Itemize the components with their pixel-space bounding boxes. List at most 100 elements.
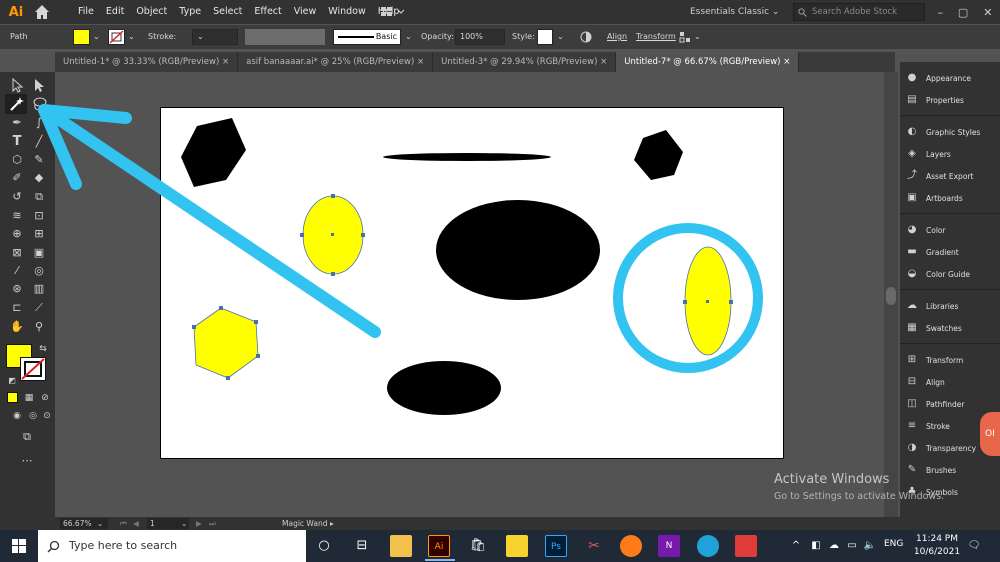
file-explorer-icon[interactable] <box>390 535 412 557</box>
task-view-icon[interactable]: ⊟ <box>351 535 373 557</box>
clock-time: 11:24 PM <box>916 534 958 544</box>
previous-artboard-icon[interactable]: ◀ <box>133 517 139 530</box>
panel-libraries[interactable]: ☁ Libraries <box>904 296 998 316</box>
properties-icon: ▤ <box>907 94 917 105</box>
black-hexagon-large[interactable] <box>181 118 246 187</box>
panel-label: Color <box>926 225 946 235</box>
panel-gradient[interactable]: ▬ Gradient <box>904 242 998 262</box>
brushes-icon: ✎ <box>907 464 917 475</box>
anchor-point <box>192 325 196 329</box>
transparency-icon: ◑ <box>907 442 917 453</box>
panel-layers[interactable]: ◈ Layers <box>904 144 998 164</box>
panel-label: Color Guide <box>926 269 970 279</box>
panel-pathfinder[interactable]: ◫ Pathfinder <box>904 394 998 414</box>
asset-export-icon: ⤴ <box>907 170 917 181</box>
taskbar-search-box[interactable]: Type here to search <box>38 530 306 562</box>
windows-start-icon[interactable] <box>0 530 38 562</box>
status-bar: 66.67% ⌄ ⏮ ◀ 1 ⌄ ▶ ⏭ Magic Wand ▸ <box>0 517 900 530</box>
store-icon[interactable]: 🛍 <box>467 535 489 557</box>
anchor-point <box>256 354 260 358</box>
cloud-icon[interactable]: ☁ <box>827 539 841 553</box>
chevron-up-icon[interactable]: ^ <box>789 539 803 553</box>
black-ellipse-large[interactable] <box>436 200 600 300</box>
panel-label: Pathfinder <box>926 399 965 409</box>
chevron-down-icon[interactable]: ⌄ <box>97 517 103 530</box>
photoshop-taskbar-icon[interactable]: Ps <box>545 535 567 557</box>
clock[interactable]: 11:24 PM 10/6/2021 <box>912 533 962 559</box>
panel-label: Libraries <box>926 301 959 311</box>
panel-label: Stroke <box>926 421 950 431</box>
color-icon: ◕ <box>907 224 917 235</box>
floating-badge[interactable]: OI <box>980 412 1000 456</box>
next-artboard-icon[interactable]: ▶ <box>196 517 202 530</box>
black-thin-ellipse[interactable] <box>383 153 551 161</box>
notifications-icon[interactable]: 🗨 <box>967 539 981 553</box>
status-menu-arrow-icon[interactable]: ▸ <box>330 517 334 530</box>
panel-label: Appearance <box>926 73 972 83</box>
graphic-styles-icon: ◐ <box>907 126 917 137</box>
panel-label: Align <box>926 377 945 387</box>
panel-label: Artboards <box>926 193 963 203</box>
anchor-point <box>361 233 365 237</box>
panel-appearance[interactable]: ● Appearance <box>904 68 998 88</box>
panel-label: Gradient <box>926 247 959 257</box>
panel-color[interactable]: ◕ Color <box>904 220 998 240</box>
gradient-icon: ▬ <box>907 246 917 257</box>
color-guide-icon: ◒ <box>907 268 917 279</box>
panel-align[interactable]: ⊟ Align <box>904 372 998 392</box>
center-point <box>706 300 709 303</box>
appearance-icon: ● <box>907 72 917 83</box>
chevron-down-icon[interactable]: ⌄ <box>181 517 187 530</box>
sticky-notes-icon[interactable] <box>506 535 528 557</box>
artwork-layer <box>38 104 763 415</box>
activation-watermark-subtitle: Go to Settings to activate Windows. <box>774 491 945 502</box>
annotation-arrow-head-top <box>38 104 132 124</box>
panel-asset-export[interactable]: ⤴ Asset Export <box>904 166 998 186</box>
center-point <box>331 233 334 236</box>
yellow-hexagon[interactable] <box>193 307 259 379</box>
transform-icon: ⊞ <box>907 354 917 365</box>
swatches-icon: ▦ <box>907 322 917 333</box>
pathfinder-icon: ◫ <box>907 398 917 409</box>
clock-date: 10/6/2021 <box>913 547 961 557</box>
layers-icon: ◈ <box>908 148 916 159</box>
stroke-icon: ≡ <box>907 420 917 431</box>
panel-label: Asset Export <box>926 171 974 181</box>
anchor-point <box>219 306 223 310</box>
network-app-icon[interactable]: ◧ <box>809 539 823 553</box>
panel-group-divider <box>900 115 1000 116</box>
firefox-icon[interactable] <box>620 535 642 557</box>
last-artboard-icon[interactable]: ⏭ <box>209 517 216 530</box>
black-ellipse-bottom[interactable] <box>387 361 501 415</box>
panel-swatches[interactable]: ▦ Swatches <box>904 318 998 338</box>
screen-recorder-icon[interactable] <box>735 535 757 557</box>
panel-label: Transparency <box>926 443 977 453</box>
speaker-icon[interactable]: 🔈 <box>863 539 877 553</box>
panel-color-guide[interactable]: ◒ Color Guide <box>904 264 998 284</box>
illustrator-taskbar-icon[interactable]: Ai <box>425 535 455 561</box>
panel-label: Layers <box>926 149 951 159</box>
panel-label: Graphic Styles <box>926 127 981 137</box>
onenote-icon[interactable]: N <box>658 535 680 557</box>
panel-label: Properties <box>926 95 964 105</box>
panel-graphic-styles[interactable]: ◐ Graphic Styles <box>904 122 998 142</box>
anchor-point <box>226 376 230 380</box>
current-tool-label: Magic Wand <box>282 519 328 528</box>
battery-icon[interactable]: ▭ <box>845 539 859 553</box>
panel-transform[interactable]: ⊞ Transform <box>904 350 998 370</box>
app-icon[interactable]: ✂ <box>583 535 605 557</box>
language-indicator[interactable]: ENG <box>884 539 903 549</box>
edge-icon[interactable] <box>697 535 719 557</box>
panel-brushes[interactable]: ✎ Brushes <box>904 460 998 480</box>
panel-group-divider <box>900 213 1000 214</box>
panel-artboards[interactable]: ▣ Artboards <box>904 188 998 208</box>
panel-properties[interactable]: ▤ Properties <box>904 90 998 110</box>
anchor-point <box>331 272 335 276</box>
anchor-point <box>683 300 687 304</box>
align-icon: ⊟ <box>907 376 917 387</box>
black-hexagon-small[interactable] <box>634 130 683 180</box>
cortana-icon[interactable]: ○ <box>313 535 335 557</box>
panel-group-divider <box>900 289 1000 290</box>
first-artboard-icon[interactable]: ⏮ <box>120 517 127 530</box>
panel-label: Brushes <box>926 465 957 475</box>
